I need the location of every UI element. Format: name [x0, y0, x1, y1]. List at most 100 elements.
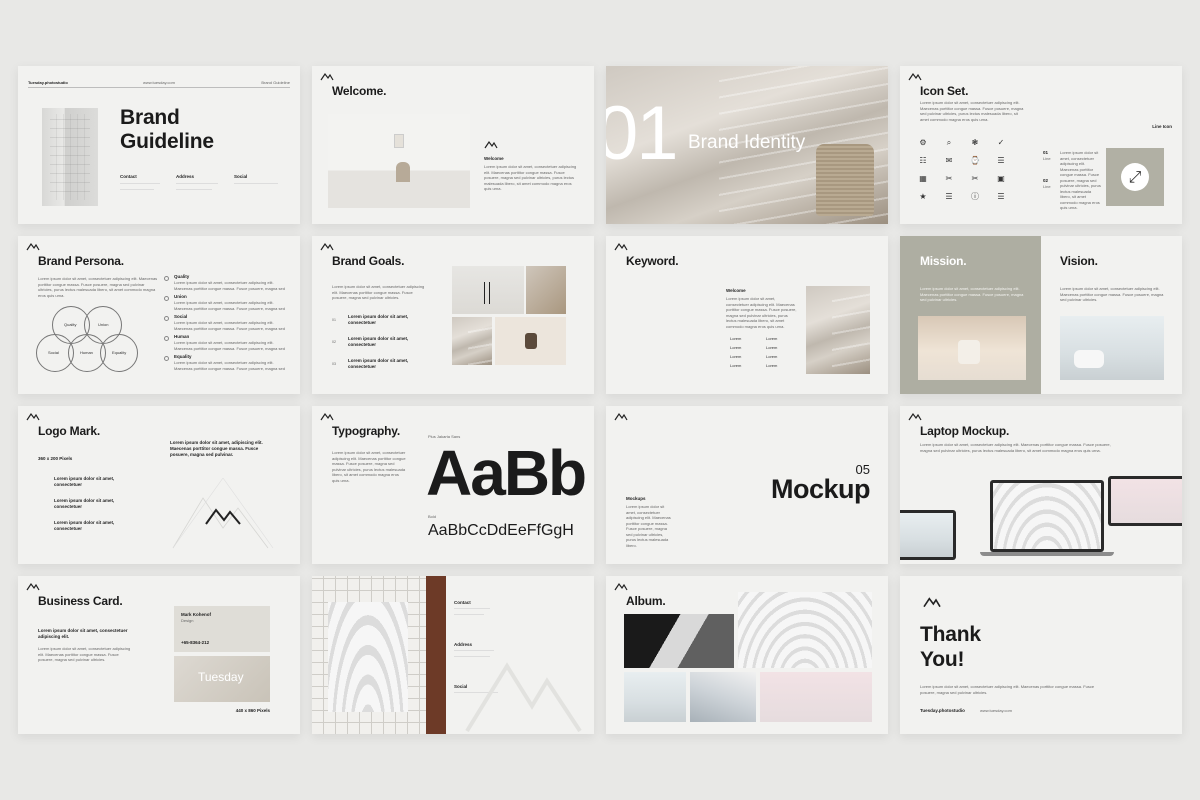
slide-title: Brand Goals.: [332, 254, 405, 268]
slide-laptop-mockup[interactable]: Laptop Mockup. Lorem ipsum dolor sit ame…: [900, 406, 1182, 564]
mockup-body: Lorem ipsum dolor sit amet, consectetuer…: [626, 504, 671, 548]
trait-body: Lorem ipsum dolor sit amet, consectetuer…: [174, 320, 285, 331]
slide-title: Album.: [626, 594, 666, 608]
monitor-screen: [1111, 479, 1182, 523]
mountain-logo-icon: [320, 242, 334, 251]
thank-line2: You!: [920, 648, 965, 671]
welcome-body: Lorem ipsum dolor sit amet, consectetuer…: [484, 164, 577, 191]
monitor-device: [1108, 476, 1182, 526]
line-icon: ☰: [945, 192, 953, 201]
line-icon: ☷: [919, 156, 927, 165]
venn-label: Human: [80, 350, 93, 355]
divider: [28, 87, 290, 88]
footer-right: www.tuesday.com: [980, 708, 1012, 713]
line-icon: ⌕: [946, 138, 952, 147]
bathroom-photo: [1060, 316, 1164, 380]
keyword-word: Lorem: [766, 363, 778, 368]
item1-body: Lorem ipsum dolor sit amet, consectetuer…: [1060, 150, 1101, 210]
slide-album[interactable]: Album.: [606, 576, 888, 734]
title-line1: Brand: [120, 106, 180, 129]
title-line2: Guideline: [120, 130, 214, 153]
slide-title: Welcome.: [332, 84, 387, 98]
contact-label: Contact: [120, 174, 137, 179]
chair-shape: [484, 282, 490, 304]
stair-photo-frame: [328, 602, 408, 712]
lamp-shape: [525, 333, 537, 349]
chair-shape: [396, 162, 410, 182]
slide-title: Icon Set.: [920, 84, 969, 98]
album-photo: [760, 672, 872, 722]
line-icon: ▣: [997, 174, 1005, 183]
slide-thank-you[interactable]: Thank You! Lorem ipsum dolor sit amet, c…: [900, 576, 1182, 734]
slide-title: Keyword.: [626, 254, 679, 268]
trait-body: Lorem ipsum dolor sit amet, consectetuer…: [174, 360, 285, 371]
line-icon: ☰: [997, 192, 1005, 201]
line-icon: ✉: [945, 156, 953, 165]
slide-title: Laptop Mockup.: [920, 424, 1010, 438]
watermark-logo: [462, 636, 582, 733]
vase-shape: [958, 340, 980, 364]
line-icon: ✂: [971, 174, 979, 183]
tiled-wall-photo: [312, 576, 426, 734]
keyword-subtitle: Welcome: [726, 288, 746, 293]
card-phone: +65-8364-212: [181, 640, 210, 645]
line-icon: ❃: [971, 138, 979, 147]
section-title: Mockup: [770, 474, 871, 504]
font-sample-line: AaBbCcDdEeFfGgH: [428, 522, 574, 539]
frame-shape: [394, 134, 404, 148]
tub-shape: [1074, 350, 1104, 368]
persona-body: Lorem ipsum dolor sit amet, consectetuer…: [38, 276, 158, 298]
vision-title: Vision.: [1060, 254, 1098, 268]
header-mid: www.tuesday.com: [143, 80, 175, 85]
slide-contact[interactable]: Contact Address Social: [312, 576, 594, 734]
mountain-logo-icon: [320, 412, 334, 421]
trait-body: Lorem ipsum dolor sit amet, consectetuer…: [174, 340, 285, 351]
mountain-logo-icon: [614, 242, 628, 251]
logo-item: Lorem ipsum dolor sit amet, consectetuer: [54, 476, 115, 487]
line-icon: ⌚: [970, 156, 980, 165]
slide-brand-identity[interactable]: 01 Brand Identity: [606, 66, 888, 224]
slide-welcome[interactable]: Welcome. Welcome Lorem ipsum dolor sit a…: [312, 66, 594, 224]
tablet-screen: [900, 513, 953, 557]
logo-construction: [168, 477, 278, 550]
line-icon: ✓: [997, 138, 1005, 147]
slide-mockup[interactable]: 05 Mockup Mockups Lorem ipsum dolor sit …: [606, 406, 888, 564]
vision-body: Lorem ipsum dolor sit amet, consectetuer…: [1060, 286, 1164, 302]
card-role: Design: [181, 618, 194, 623]
icon-preview-panel: ⤢: [1106, 148, 1164, 206]
mission-title: Mission.: [920, 254, 967, 268]
mission-body: Lorem ipsum dolor sit amet, consectetuer…: [920, 286, 1024, 302]
card-body: Lorem ipsum dolor sit amet, consectetuer…: [38, 646, 131, 662]
laptop-base: [980, 552, 1114, 556]
mountain-logo-icon: [614, 582, 628, 591]
contact-label: Contact: [454, 600, 471, 605]
logo-item: Lorem ipsum dolor sit amet, consectetuer: [54, 520, 115, 531]
business-card-front: Mark Kohenof Design +65-8364-212: [174, 606, 270, 652]
goal-number: 01: [332, 318, 336, 322]
trait-marker: [164, 276, 169, 281]
goal-item: Lorem ipsum dolor sit amet, consectetuer: [348, 314, 409, 325]
font-sample-large: AaBb: [426, 437, 587, 509]
slide-logo-mark[interactable]: Logo Mark. 360 x 200 Pixels Lorem ipsum …: [18, 406, 300, 564]
slide-mission-vision[interactable]: Mission. Lorem ipsum dolor sit amet, con…: [900, 236, 1182, 394]
slide-business-card[interactable]: Business Card. Lorem ipsum dolor sit ame…: [18, 576, 300, 734]
mountain-logo-icon: [26, 412, 40, 421]
slide-brand-goals[interactable]: Brand Goals. Lorem ipsum dolor sit amet,…: [312, 236, 594, 394]
welcome-subtitle: Welcome: [484, 156, 504, 161]
keyword-word: Lorem: [766, 354, 778, 359]
mountain-logo-icon: [922, 596, 942, 608]
icon-set-body: Lorem ipsum dolor sit amet, consectetuer…: [920, 100, 1024, 122]
footer-left: Tuesday.photostudio: [920, 708, 965, 713]
keyword-word: Lorem: [730, 363, 742, 368]
slide-icon-set[interactable]: Icon Set. Lorem ipsum dolor sit amet, co…: [900, 66, 1182, 224]
slide-typography[interactable]: Typography. Lorem ipsum dolor sit amet, …: [312, 406, 594, 564]
thank-you-heading: Thank You!: [920, 622, 981, 672]
slide-title: Brand Persona.: [38, 254, 124, 268]
slide-brand-persona[interactable]: Brand Persona. Lorem ipsum dolor sit ame…: [18, 236, 300, 394]
trait-marker: [164, 356, 169, 361]
slide-title: Typography.: [332, 424, 401, 438]
item1-label: Line: [1043, 156, 1051, 161]
slide-brand-guideline[interactable]: Tuesday.photostudio www.tuesday.com Bran…: [18, 66, 300, 224]
thank-you-body: Lorem ipsum dolor sit amet, consectetuer…: [920, 684, 1095, 695]
slide-keyword[interactable]: Keyword. Welcome Lorem ipsum dolor sit a…: [606, 236, 888, 394]
